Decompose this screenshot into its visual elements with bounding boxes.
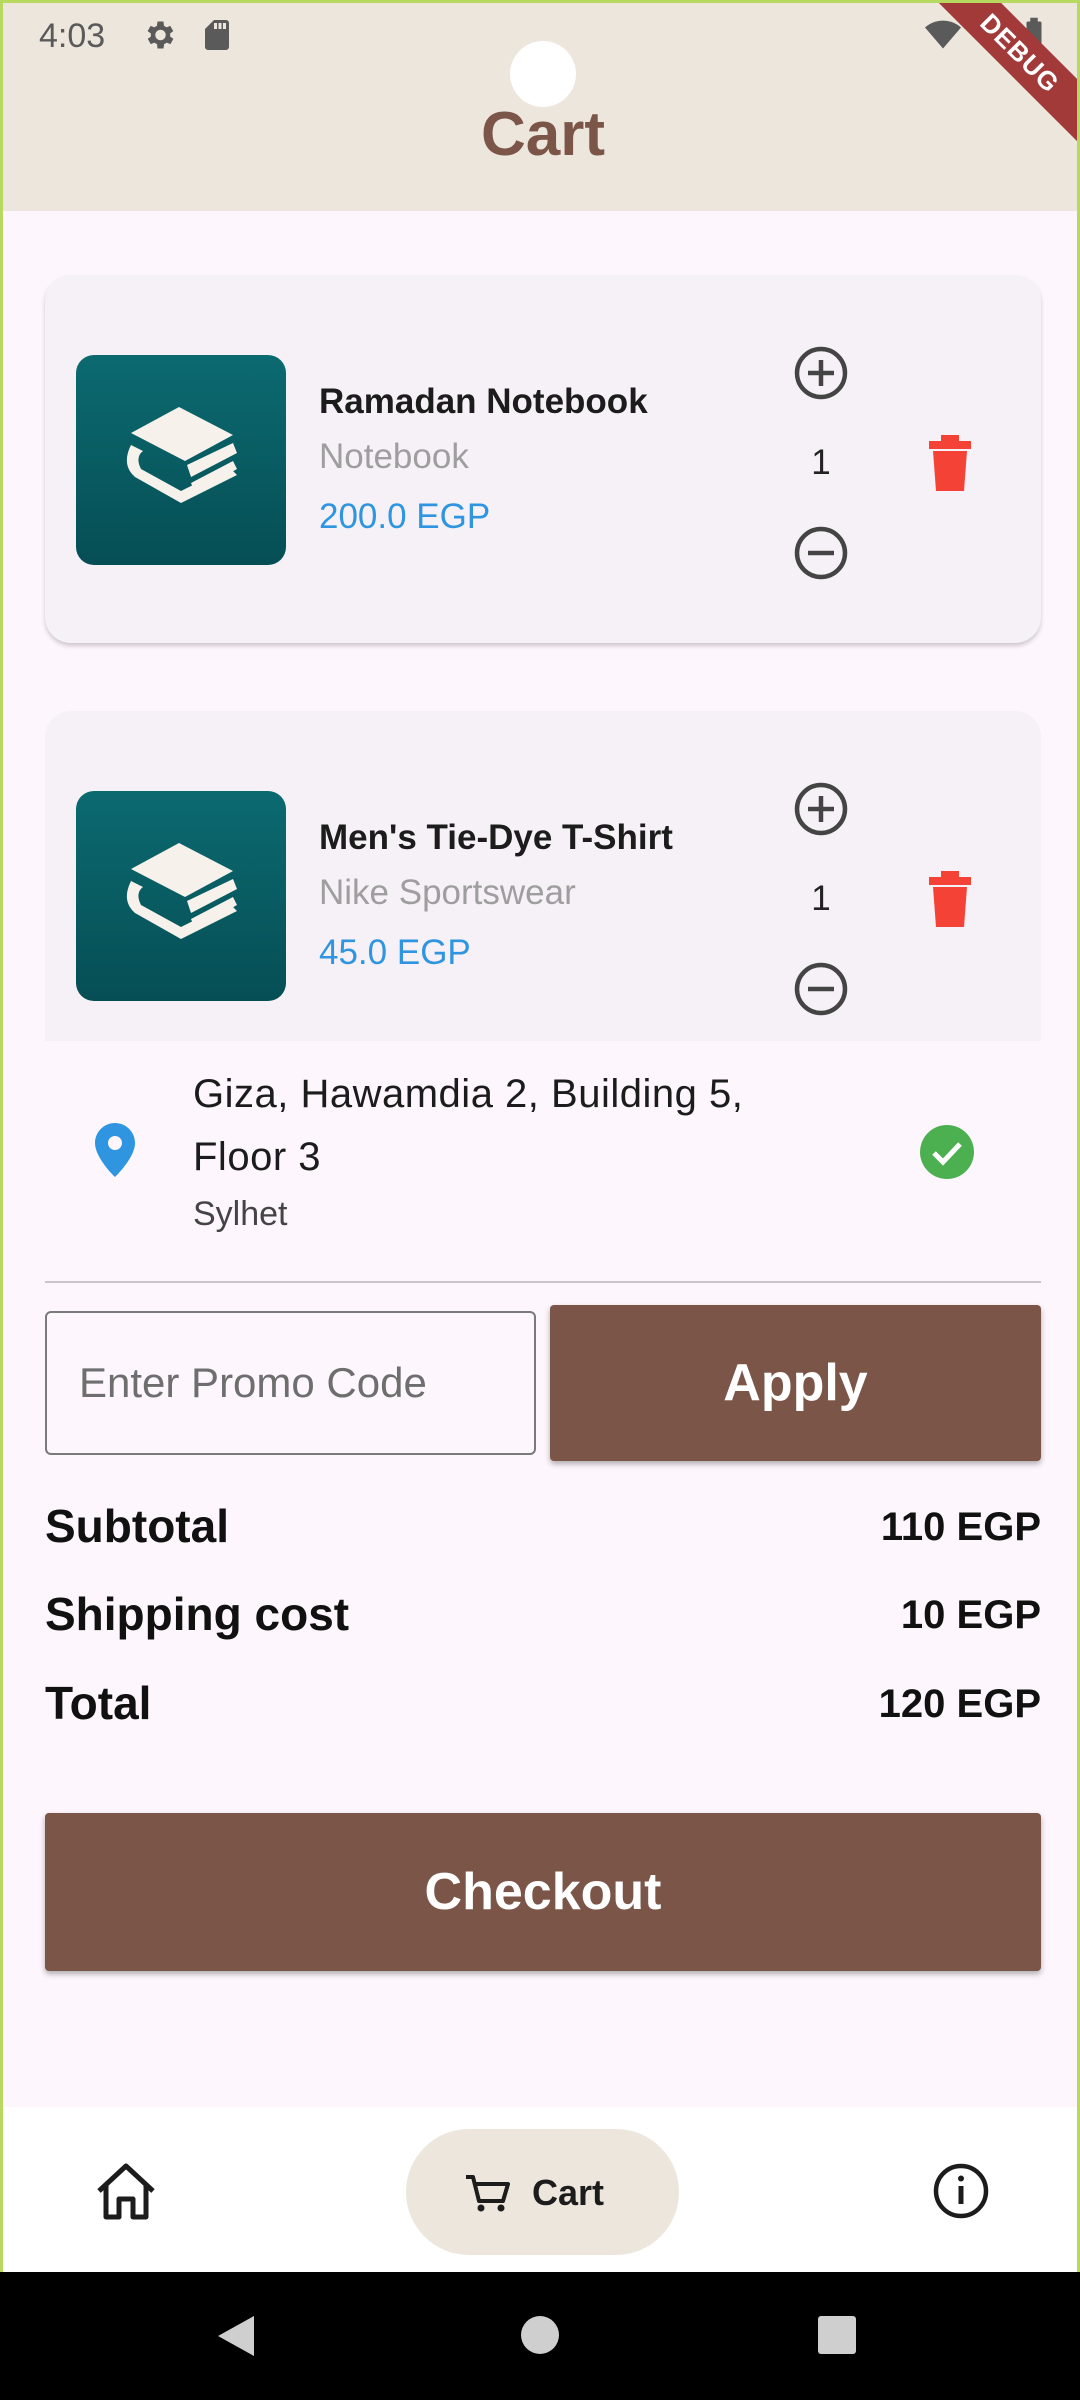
apply-promo-button[interactable]: Apply [550,1305,1041,1461]
subtotal-row: Subtotal 110 EGP [45,1499,1041,1559]
product-price: 200.0 EGP [319,497,491,536]
shipping-label: Shipping cost [45,1588,350,1640]
total-value: 120 EGP [878,1682,1041,1726]
decrease-quantity-icon[interactable] [793,525,849,581]
subtotal-value: 110 EGP [880,1505,1041,1549]
product-name: Ramadan Notebook [319,382,648,421]
system-navigation-bar [0,2272,1080,2400]
nav-item-cart[interactable]: Cart [406,2129,679,2255]
camera-cutout [510,41,576,107]
product-logo-icon [126,843,237,939]
product-price: 45.0 EGP [319,933,471,972]
total-label: Total [45,1677,152,1729]
bottom-navigation: Cart [3,2107,1077,2272]
shipping-row: Shipping cost 10 EGP [45,1587,1041,1647]
quantity-value: 1 [811,879,831,918]
cart-icon [466,2175,510,2212]
home-system-icon[interactable] [521,2316,559,2354]
increase-quantity-icon[interactable] [793,345,849,401]
gear-icon [147,21,174,49]
page-title: Cart [480,100,606,169]
product-brand: Notebook [319,437,469,476]
sd-card-icon [205,20,229,50]
product-brand: Nike Sportswear [319,873,576,912]
delete-item-icon[interactable] [925,435,975,491]
decrease-quantity-icon[interactable] [793,961,849,1017]
wifi-icon [925,20,961,49]
checkout-button[interactable]: Checkout [45,1813,1041,1971]
promo-code-input[interactable] [45,1311,536,1455]
shipping-value: 10 EGP [900,1593,1041,1637]
info-icon[interactable] [931,2161,991,2221]
cart-item-card: Men's Tie-Dye T-Shirt Nike Sportswear 45… [45,711,1041,1041]
total-row: Total 120 EGP [45,1676,1041,1736]
recents-icon[interactable] [818,2316,856,2354]
location-pin-icon [95,1123,135,1177]
home-icon[interactable] [93,2161,159,2221]
product-image [76,791,286,1001]
delete-item-icon[interactable] [925,871,975,927]
product-image [76,355,286,565]
quantity-value: 1 [811,443,831,482]
app-bar: 4:03 Cart DEBUG [3,3,1077,211]
divider [45,1281,1041,1283]
status-time: 4:03 [39,17,106,55]
product-logo-icon [126,407,237,503]
check-circle-icon [920,1125,974,1179]
product-name: Men's Tie-Dye T-Shirt [319,818,673,857]
nav-cart-label: Cart [532,2172,605,2213]
address-line: Giza, Hawamdia 2, Building 5, Floor 3 [193,1072,744,1179]
increase-quantity-icon[interactable] [793,781,849,837]
address-city: Sylhet [193,1195,288,1233]
back-icon[interactable] [216,2314,256,2358]
shipping-address[interactable]: Giza, Hawamdia 2, Building 5, Floor 3 Sy… [3,1043,1077,1243]
cart-item-card: Ramadan Notebook Notebook 200.0 EGP 1 [45,275,1041,643]
subtotal-label: Subtotal [45,1500,229,1552]
app-screen: 4:03 Cart DEBUG Ramadan Notebook Noteboo… [0,0,1080,2272]
